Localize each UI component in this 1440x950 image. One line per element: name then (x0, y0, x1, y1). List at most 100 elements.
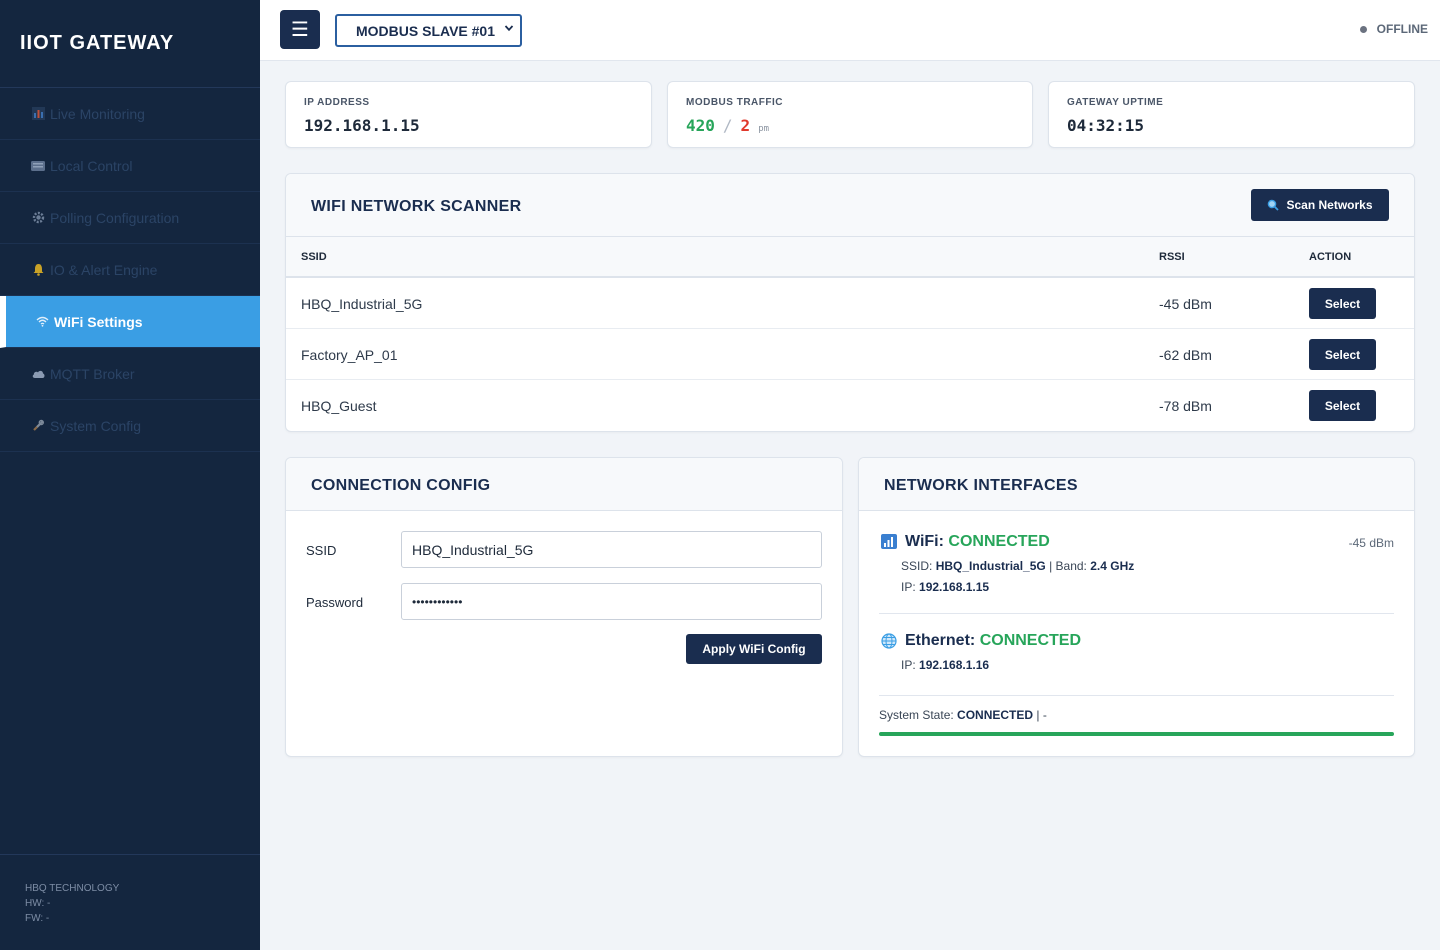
sidebar-item-system-config[interactable]: System Config (0, 400, 260, 452)
connection-status: OFFLINE (1359, 22, 1428, 36)
chevron-down-icon (504, 25, 514, 32)
row-rssi: -45 dBm (1159, 296, 1212, 312)
system-progress-bar (879, 732, 1394, 736)
row-rssi: -78 dBm (1159, 398, 1212, 414)
traffic-unit: pm (758, 124, 770, 134)
sidebar-item-wifi-settings[interactable]: WiFi Settings (0, 296, 260, 348)
sidebar-item-mqtt-broker[interactable]: MQTT Broker (0, 348, 260, 400)
row-ssid: Factory_AP_01 (301, 347, 398, 363)
panel-header: NETWORK INTERFACES (859, 458, 1414, 511)
hamburger-icon: ☰ (291, 19, 309, 41)
traffic-error-count: 2 (740, 116, 751, 135)
system-progress-fill (879, 732, 1394, 736)
sidebar-item-local-control[interactable]: Local Control (0, 140, 260, 192)
traffic-ok-count: 420 (686, 116, 715, 135)
topbar: ☰ MODBUS SLAVE #01 OFFLINE (260, 0, 1440, 61)
wifi-ssid-value: HBQ_Industrial_5G (935, 559, 1046, 573)
slave-select[interactable]: MODBUS SLAVE #01 (335, 14, 522, 47)
select-network-button[interactable]: Select (1309, 339, 1376, 370)
sidebar: IIOT GATEWAY Live Monitoring Local Contr… (0, 0, 260, 950)
select-network-button[interactable]: Select (1309, 390, 1376, 421)
row-ssid: HBQ_Guest (301, 398, 377, 414)
panel-title: WIFI NETWORK SCANNER (311, 198, 522, 215)
stat-card-ip: IP ADDRESS 192.168.1.15 (285, 81, 652, 148)
system-state-suffix: | - (1036, 708, 1047, 722)
stat-label: MODBUS TRAFFIC (686, 97, 783, 108)
ethernet-state: CONNECTED (979, 632, 1082, 649)
globe-icon (881, 633, 897, 649)
menu-toggle-button[interactable]: ☰ (280, 10, 320, 49)
column-rssi: RSSI (1159, 251, 1185, 263)
sidebar-item-io-alert-engine[interactable]: IO & Alert Engine (0, 244, 260, 296)
hardware-version: HW: - (25, 898, 51, 909)
wifi-scanner-panel: WIFI NETWORK SCANNER Scan Networks SSID … (285, 173, 1415, 432)
password-input[interactable]: •••••••••••• (401, 583, 822, 620)
uptime-value: 04:32:15 (1067, 116, 1145, 135)
stat-label: IP ADDRESS (304, 97, 370, 108)
password-label: Password (306, 595, 364, 610)
keyboard-icon (28, 160, 48, 171)
ethernet-interface-title: Ethernet: CONNECTED (905, 632, 1081, 650)
sidebar-item-live-monitoring[interactable]: Live Monitoring (0, 88, 260, 140)
wifi-icon (32, 316, 52, 327)
divider (879, 695, 1394, 696)
row-rssi: -62 dBm (1159, 347, 1212, 363)
brand-title: IIOT GATEWAY (0, 0, 260, 88)
panel-header: CONNECTION CONFIG (286, 458, 842, 511)
panel-title: CONNECTION CONFIG (311, 477, 491, 494)
sidebar-item-label: Polling Configuration (50, 209, 180, 226)
cloud-icon (28, 369, 48, 379)
column-action: ACTION (1309, 251, 1352, 263)
gear-icon (28, 211, 48, 224)
sidebar-item-polling-configuration[interactable]: Polling Configuration (0, 192, 260, 244)
ethernet-label: Ethernet: (905, 632, 976, 649)
sidebar-item-label: MQTT Broker (50, 365, 135, 382)
ip-address-value: 192.168.1.15 (304, 116, 420, 135)
slave-select-value: MODBUS SLAVE #01 (356, 22, 495, 39)
row-ssid: HBQ_Industrial_5G (301, 296, 423, 312)
scan-networks-label: Scan Networks (1286, 198, 1373, 212)
wifi-ip-label: IP: (901, 580, 916, 594)
sidebar-item-label: Live Monitoring (50, 105, 145, 122)
stat-card-uptime: GATEWAY UPTIME 04:32:15 (1048, 81, 1415, 148)
traffic-separator: / (722, 116, 733, 135)
select-network-button[interactable]: Select (1309, 288, 1376, 319)
system-state-label: System State: (879, 708, 954, 722)
network-interfaces-panel: NETWORK INTERFACES WiFi: CONNECTED -45 d… (858, 457, 1415, 757)
table-row: HBQ_Industrial_5G -45 dBm Select (286, 278, 1414, 329)
apply-wifi-config-button[interactable]: Apply WiFi Config (686, 634, 822, 664)
table-header: SSID RSSI ACTION (286, 237, 1414, 278)
table-row: Factory_AP_01 -62 dBm Select (286, 329, 1414, 380)
bar-chart-icon (28, 107, 48, 120)
ethernet-ip-value: 192.168.1.16 (919, 658, 990, 672)
signal-icon (881, 534, 897, 549)
status-text: OFFLINE (1376, 22, 1428, 36)
sidebar-item-label: System Config (50, 417, 142, 434)
ssid-input[interactable]: HBQ_Industrial_5G (401, 531, 822, 568)
panel-header: WIFI NETWORK SCANNER Scan Networks (286, 174, 1414, 237)
traffic-value: 420 / 2 pm (686, 116, 769, 135)
firmware-version: FW: - (25, 913, 50, 924)
table-row: HBQ_Guest -78 dBm Select (286, 380, 1414, 431)
column-ssid: SSID (301, 251, 327, 263)
stat-label: GATEWAY UPTIME (1067, 97, 1164, 108)
sidebar-footer: HBQ TECHNOLOGY HW: - FW: - (0, 854, 260, 950)
wifi-rssi: -45 dBm (1348, 536, 1394, 550)
wifi-band-label: | Band: (1049, 559, 1087, 573)
scan-networks-button[interactable]: Scan Networks (1251, 189, 1389, 221)
system-state-value: CONNECTED (957, 708, 1034, 722)
ssid-label: SSID (306, 543, 337, 558)
wifi-label: WiFi: (905, 533, 944, 550)
divider (879, 613, 1394, 614)
wifi-state: CONNECTED (948, 533, 1050, 550)
wifi-band-value: 2.4 GHz (1090, 559, 1135, 573)
sidebar-item-label: WiFi Settings (54, 313, 143, 330)
system-state: System State: CONNECTED | - (879, 708, 1047, 722)
wifi-interface-title: WiFi: CONNECTED (905, 533, 1050, 551)
connection-config-panel: CONNECTION CONFIG SSID HBQ_Industrial_5G… (285, 457, 843, 757)
panel-title: NETWORK INTERFACES (884, 477, 1078, 494)
company-name: HBQ TECHNOLOGY (25, 883, 120, 894)
bell-icon (28, 263, 48, 276)
ethernet-ip-label: IP: (901, 658, 916, 672)
wifi-ip-value: 192.168.1.15 (919, 580, 990, 594)
